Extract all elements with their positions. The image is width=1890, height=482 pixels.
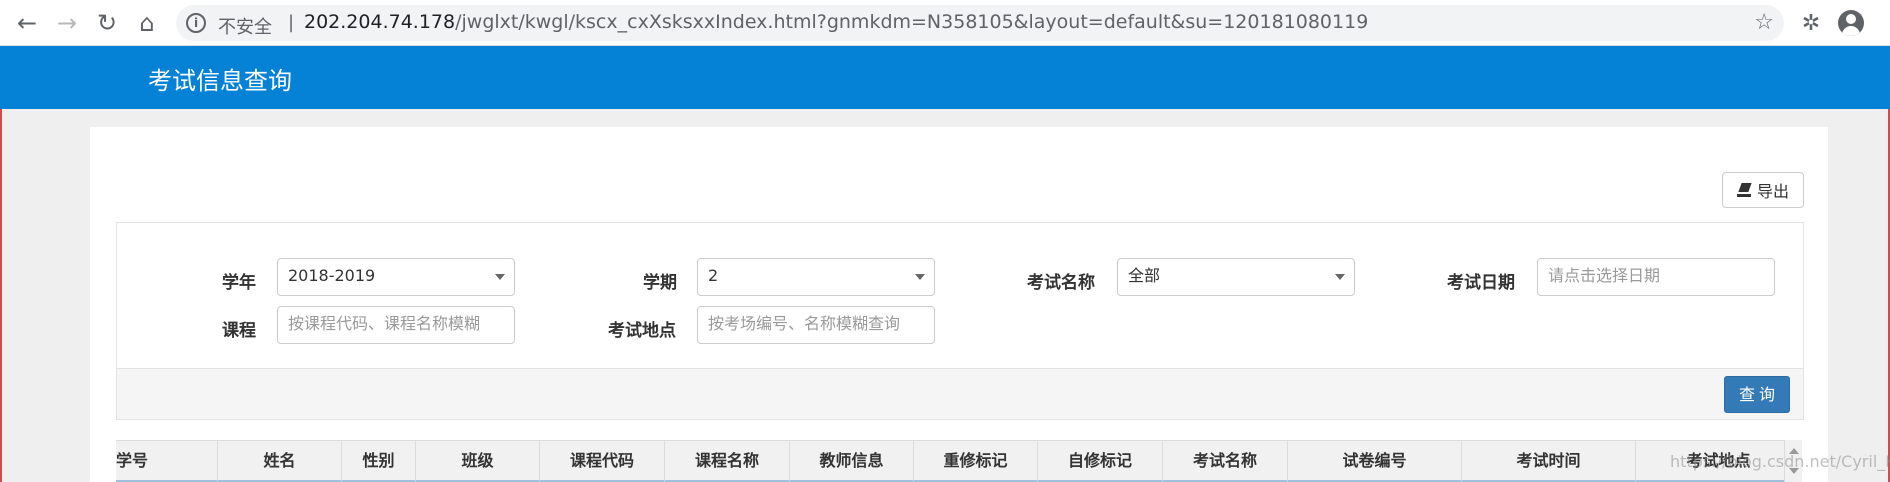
column-header[interactable]: 课程名称 [665,441,790,481]
exam-name-label: 考试名称 [1027,273,1095,293]
header-bar: 考试信息查询 [0,46,1890,109]
course-label: 课程 [222,321,256,341]
security-label[interactable]: 不安全 [218,13,272,39]
column-header[interactable]: 班级 [416,441,540,481]
export-button[interactable]: 导出 [1722,172,1804,208]
column-header[interactable]: 考试名称 [1163,441,1288,481]
column-header[interactable]: 学号 [116,441,218,481]
url-text[interactable]: 202.204.74.178/jwglxt/kwgl/kscx_cxXsksxx… [304,11,1368,33]
export-label: 导出 [1756,182,1789,201]
column-header[interactable]: 自修标记 [1038,441,1163,481]
chevron-down-icon [495,274,505,280]
home-icon[interactable]: ⌂ [132,8,162,38]
column-header[interactable]: 性别 [342,441,416,481]
location-label: 考试地点 [608,321,676,341]
forward-icon[interactable]: → [52,8,82,38]
exam-name-value: 全部 [1128,266,1161,285]
exam-date-input[interactable]: 请点击选择日期 [1537,258,1775,296]
exam-name-select[interactable]: 全部 [1117,258,1355,296]
bookmark-star-icon[interactable]: ☆ [1754,10,1774,35]
term-select[interactable]: 2 [697,258,935,296]
reload-icon[interactable]: ↻ [92,8,122,38]
address-bar[interactable]: i 不安全 | 202.204.74.178/jwglxt/kwgl/kscx_… [176,5,1784,41]
browser-toolbar: ← → ↻ ⌂ i 不安全 | 202.204.74.178/jwglxt/kw… [0,0,1890,46]
extensions-icon[interactable]: ✲ [1796,8,1826,38]
table-header: 学号 姓名 性别 班级 课程代码 课程名称 教师信息 重修标记 自修标记 考试名称 试卷编号 考试时间… [116,440,1802,482]
column-header[interactable]: 教师信息 [790,441,914,481]
account-icon-wrap[interactable] [1836,8,1866,38]
account-icon [1838,10,1864,36]
search-form [116,222,1804,386]
page-title: 考试信息查询 [148,67,292,95]
separator: | [288,12,295,33]
url-host: 202.204.74.178 [304,11,456,33]
watermark-text: https://blog.csdn.net/Cyril_KI [1670,452,1890,471]
column-header[interactable]: 考试时间 [1462,441,1636,481]
year-select[interactable]: 2018-2019 [277,258,515,296]
column-header[interactable]: 试卷编号 [1288,441,1462,481]
query-button[interactable]: 查询 [1724,376,1790,413]
url-path: /jwglxt/kwgl/kscx_cxXsksxxIndex.html?gnm… [455,11,1369,33]
back-icon[interactable]: ← [12,8,42,38]
search-form-footer [116,368,1804,420]
chevron-down-icon [915,274,925,280]
course-input[interactable]: 按课程代码、课程名称模糊 [277,306,515,344]
info-icon[interactable]: i [186,13,206,33]
export-icon [1736,183,1751,197]
year-value: 2018-2019 [288,266,376,285]
column-header[interactable]: 重修标记 [914,441,1038,481]
column-header[interactable]: 课程代码 [540,441,665,481]
chevron-down-icon [1335,274,1345,280]
column-header[interactable]: 姓名 [218,441,342,481]
location-input[interactable]: 按考场编号、名称模糊查询 [697,306,935,344]
exam-date-label: 考试日期 [1447,273,1515,293]
term-label: 学期 [643,273,677,293]
term-value: 2 [708,266,719,285]
year-label: 学年 [222,273,256,293]
